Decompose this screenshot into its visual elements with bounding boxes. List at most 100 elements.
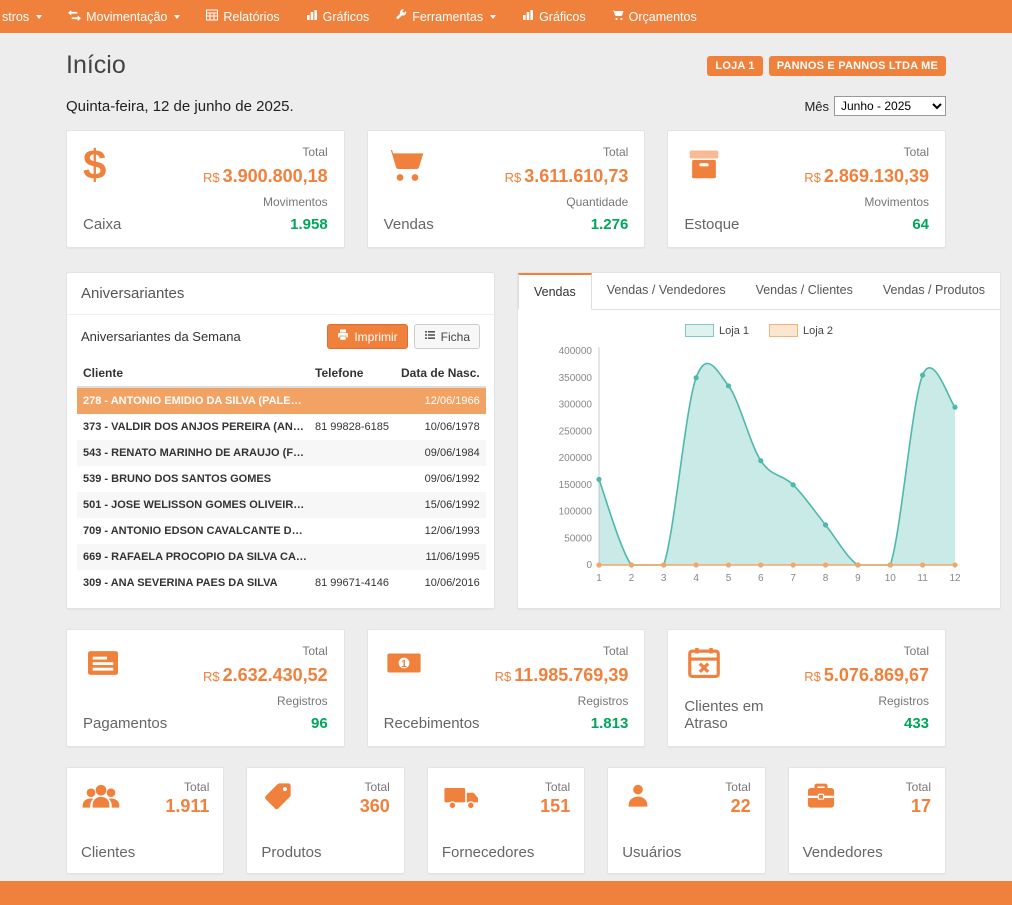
svg-text:300000: 300000	[559, 400, 593, 411]
tab-vendas[interactable]: Vendas	[518, 273, 592, 310]
stat-card-pagamentos: Pagamentos Total R$2.632.430,52 Registro…	[66, 629, 345, 747]
mini-label: Vendedores	[803, 844, 931, 861]
stat-label: Clientes em Atraso	[684, 698, 804, 732]
current-date: Quinta-feira, 12 de junho de 2025.	[66, 98, 294, 115]
svg-text:3: 3	[661, 573, 667, 584]
company-badge: PANNOS E PANNOS LTDA ME	[769, 56, 946, 76]
legend-swatch-loja1	[685, 324, 714, 337]
nav-item-cadastros[interactable]: stros	[0, 0, 55, 33]
tab-vendas-produtos[interactable]: Vendas / Produtos	[868, 273, 1000, 309]
cell-nasc: 12/06/1993	[395, 518, 486, 544]
count-value: 1.276	[505, 216, 629, 233]
footer-bar	[0, 881, 1012, 905]
stat-label: Estoque	[684, 216, 739, 233]
printer-icon	[337, 329, 349, 344]
cell-cliente: 278 - ANTONIO EMIDIO DA SILVA (PALE…	[77, 387, 309, 414]
stat-card-vendas: Vendas Total R$3.611.610,73 Quantidade 1…	[367, 130, 646, 248]
birthday-row[interactable]: 501 - JOSE WELISSON GOMES OLIVEIR… 15/06/…	[77, 492, 486, 518]
total-label: Total	[725, 780, 750, 794]
count-label: Registros	[495, 694, 629, 708]
legend-label: Loja 1	[719, 325, 749, 337]
cell-nasc: 09/06/1984	[395, 440, 486, 466]
briefcase-icon	[803, 780, 839, 817]
svg-text:5: 5	[726, 573, 732, 584]
legend-item-loja1: Loja 1	[685, 324, 749, 337]
birthday-row[interactable]: 309 - ANA SEVERINA PAES DA SILVA81 99671…	[77, 570, 486, 596]
legend-label: Loja 2	[803, 325, 833, 337]
list-icon	[424, 329, 436, 344]
cell-telefone: 81 99828-6185	[309, 414, 395, 440]
total-value: R$2.869.130,39	[804, 166, 929, 187]
cell-telefone	[309, 466, 395, 492]
svg-text:12: 12	[949, 573, 961, 584]
cell-telefone: 81 99671-4146	[309, 570, 395, 596]
cell-telefone	[309, 544, 395, 570]
svg-text:250000: 250000	[559, 426, 593, 437]
birthday-row[interactable]: 709 - ANTONIO EDSON CAVALCANTE D…12/06/1…	[77, 518, 486, 544]
store-badge: LOJA 1	[707, 56, 762, 76]
total-value: R$3.611.610,73	[505, 166, 629, 187]
cell-nasc: 10/06/1978	[395, 414, 486, 440]
nav-item-graficos-1[interactable]: Gráficos	[293, 0, 383, 33]
birthday-row[interactable]: 278 - ANTONIO EMIDIO DA SILVA (PALE…12/0…	[77, 387, 486, 414]
cell-cliente: 309 - ANA SEVERINA PAES DA SILVA	[77, 570, 309, 596]
svg-text:0: 0	[586, 560, 592, 571]
count-label: Movimentos	[203, 195, 328, 209]
tab-vendas-clientes[interactable]: Vendas / Clientes	[741, 273, 868, 309]
tag-icon	[261, 780, 295, 817]
legend-swatch-loja2	[769, 324, 798, 337]
count-label: Registros	[804, 694, 929, 708]
stat-label: Vendas	[384, 216, 434, 233]
cell-cliente: 669 - RAFAELA PROCOPIO DA SILVA CA…	[77, 544, 309, 570]
birthday-row[interactable]: 669 - RAFAELA PROCOPIO DA SILVA CA…11/06…	[77, 544, 486, 570]
svg-text:8: 8	[823, 573, 829, 584]
ficha-button[interactable]: Ficha	[414, 324, 480, 349]
nav-label: Ferramentas	[412, 10, 483, 24]
print-button[interactable]: Imprimir	[327, 324, 407, 349]
svg-text:200000: 200000	[559, 453, 593, 464]
total-label: Total	[203, 145, 328, 159]
mini-value: 22	[725, 796, 750, 817]
svg-text:150000: 150000	[559, 480, 593, 491]
count-label: Quantidade	[505, 195, 629, 209]
stat-card-estoque: Estoque Total R$2.869.130,39 Movimentos …	[667, 130, 946, 248]
birthday-row[interactable]: 539 - BRUNO DOS SANTOS GOMES09/06/1992	[77, 466, 486, 492]
total-value: R$2.632.430,52	[203, 665, 328, 686]
birthday-row[interactable]: 373 - VALDIR DOS ANJOS PEREIRA (AN…81 99…	[77, 414, 486, 440]
nav-item-graficos-2[interactable]: Gráficos	[509, 0, 599, 33]
cell-nasc: 10/06/2016	[395, 570, 486, 596]
tab-vendas-vendedores[interactable]: Vendas / Vendedores	[592, 273, 741, 309]
mini-label: Produtos	[261, 844, 389, 861]
month-select[interactable]: Junho - 2025	[834, 96, 946, 116]
bar-chart-icon	[522, 9, 534, 24]
chart-tabs: Vendas Vendas / Vendedores Vendas / Clie…	[518, 273, 1000, 310]
total-label: Total	[203, 644, 328, 658]
nav-item-orcamentos[interactable]: Orçamentos	[599, 0, 710, 33]
total-label: Total	[165, 780, 209, 794]
svg-text:9: 9	[855, 573, 861, 584]
cell-telefone	[309, 440, 395, 466]
birthdays-table: Cliente Telefone Data de Nasc. 278 - ANT…	[77, 360, 486, 596]
calendar-x-icon	[684, 644, 804, 690]
nav-label: stros	[2, 10, 29, 24]
page-title: Início	[66, 51, 126, 80]
nav-item-relatorios[interactable]: Relatórios	[193, 0, 292, 33]
col-telefone: Telefone	[309, 360, 395, 387]
stat-card-caixa: $ Caixa Total R$3.900.800,18 Movimentos …	[66, 130, 345, 248]
svg-text:350000: 350000	[559, 373, 593, 384]
count-label: Movimentos	[804, 195, 929, 209]
total-label: Total	[495, 644, 629, 658]
nav-item-movimentacao[interactable]: Movimentação	[55, 0, 193, 33]
cell-cliente: 373 - VALDIR DOS ANJOS PEREIRA (AN…	[77, 414, 309, 440]
month-label: Mês	[804, 99, 829, 114]
birthday-row[interactable]: 543 - RENATO MARINHO DE ARAUJO (F…09/06/…	[77, 440, 486, 466]
cell-cliente: 501 - JOSE WELISSON GOMES OLIVEIR…	[77, 492, 309, 518]
svg-text:4: 4	[693, 573, 699, 584]
nav-item-ferramentas[interactable]: Ferramentas	[382, 0, 509, 33]
top-navbar: stros Movimentação Relatórios Gráficos F…	[0, 0, 1012, 33]
mini-card-usuarios: Total 22 Usuários	[607, 767, 765, 874]
cell-nasc: 15/06/1992	[395, 492, 486, 518]
dollar-icon: $	[83, 145, 121, 191]
caret-down-icon	[36, 15, 42, 19]
nav-label: Relatórios	[223, 10, 279, 24]
